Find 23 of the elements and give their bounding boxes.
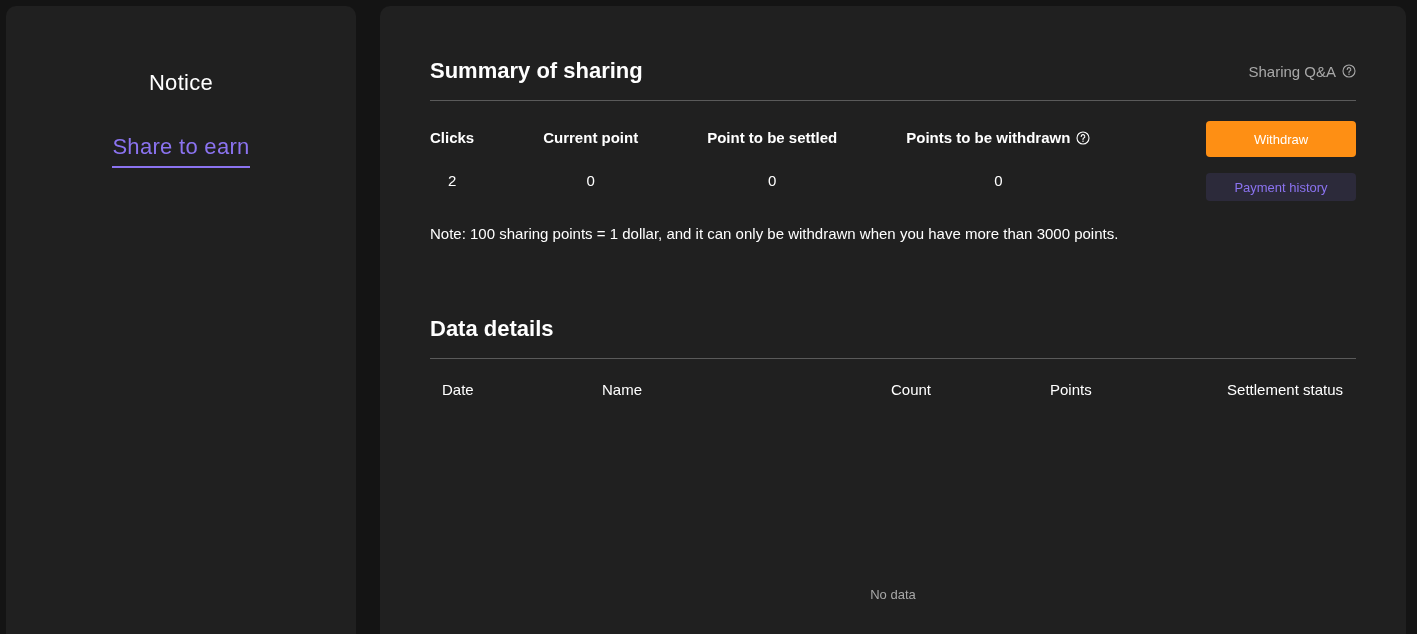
column-header: Date <box>442 381 475 398</box>
stat-label: Clicks <box>430 129 475 146</box>
empty-message: No data <box>870 587 916 602</box>
sidebar-item[interactable]: Share to earn <box>112 134 250 168</box>
stat-value: 2 <box>447 172 457 189</box>
stat-label: Current point <box>543 129 639 146</box>
stat-value: 0 <box>768 172 777 189</box>
help-icon[interactable] <box>1342 64 1356 78</box>
stat-label: Point to be settled <box>707 129 838 146</box>
withdraw-button[interactable]: Withdraw <box>1206 121 1356 157</box>
column-header: Name <box>602 381 643 398</box>
sidebar-item[interactable]: Notice <box>148 70 214 104</box>
stat-value: 0 <box>994 172 1003 189</box>
column-header: Count <box>891 381 933 398</box>
stat-label: Points to be withdrawn <box>906 129 1071 146</box>
column-header: Points <box>1050 381 1093 398</box>
column-header: Settlement status <box>1227 381 1343 398</box>
stat-value: 0 <box>586 172 595 189</box>
help-link[interactable]: Sharing Q&A <box>1248 62 1356 80</box>
history-button[interactable]: Payment history <box>1206 173 1356 201</box>
note-text: Note: 100 sharing points = 1 dollar, and it can only be withdrawn when you have more than 3000 points. <box>430 225 1120 242</box>
section-title: Summary of sharing <box>430 58 643 84</box>
section-title: Data details <box>430 316 554 342</box>
